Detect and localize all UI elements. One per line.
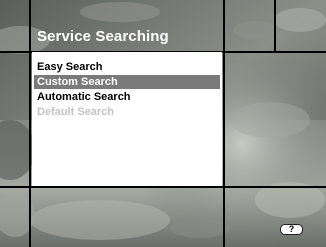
page-title: Service Searching [37, 28, 169, 45]
service-searching-screen: Service Searching Easy Search Custom Sea… [0, 0, 326, 247]
menu-item-automatic-search[interactable]: Automatic Search [34, 90, 220, 104]
menu-item-custom-search[interactable]: Custom Search [34, 75, 220, 89]
menu-item-default-search: Default Search [37, 106, 115, 118]
help-button[interactable]: ? [280, 224, 303, 235]
menu-item-easy-search[interactable]: Easy Search [34, 60, 220, 74]
